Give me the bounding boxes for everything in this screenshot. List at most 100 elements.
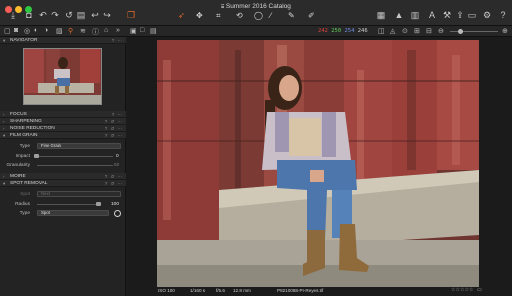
rotate-icon[interactable]: ⟲ [236, 11, 243, 20]
warning-icon[interactable]: ▲ [394, 11, 404, 20]
pointer-icon[interactable]: ➶ [178, 11, 185, 20]
trash-icon[interactable]: ▤ [76, 11, 86, 20]
aperture-value: f/5.6 [216, 288, 225, 293]
local-tab-icon[interactable]: ▨ [56, 27, 63, 35]
chevron-down-icon: ▾ [3, 181, 6, 186]
sharpening-section-header[interactable]: › SHARPENING ? ↺ ⋯ [0, 118, 126, 125]
section-tools-icon[interactable]: ? ↺ ⋯ [105, 125, 123, 132]
photo-image [157, 40, 479, 287]
library-tab-icon[interactable]: ▢ [4, 27, 11, 35]
picker-icon[interactable]: ✎ [288, 11, 295, 20]
radius-label: Radius [15, 202, 30, 207]
print-icon[interactable]: ▭ [467, 11, 477, 20]
details-tab-icon[interactable]: ⚲ [68, 27, 73, 35]
adjust-tab-icon[interactable]: ≋ [80, 27, 86, 35]
cursor-tools: ➶ ✥ ⌗ ⟲ ◯ ∕ ✎ ✐ [172, 9, 324, 22]
rgb-readout: 242 250 254 246 [318, 28, 368, 34]
chevron-right-icon: › [3, 126, 5, 131]
expand-tabs-icon[interactable]: » [116, 27, 120, 34]
exposure-warn-icon[interactable]: ◬ [390, 27, 395, 35]
brush-icon[interactable]: ✐ [308, 11, 315, 20]
focus-mask-icon[interactable]: ⊙ [402, 27, 408, 35]
tool-panel: ▾ NAVIGATOR ? ⋯ › FOCUS ? ⋯ › SHARPENING… [0, 37, 126, 296]
text-icon[interactable]: A [427, 11, 437, 20]
impact-label: Impact [15, 154, 30, 159]
main-toolbar: ⌸ Summer 2016 Catalog ⤓ ◘ ↶ ↷ ↺ ▤ ↩ ↪ ❐ … [0, 0, 512, 26]
status-bar: ISO 100 1/160 s f/5.6 12.8 mm P8210088-P… [127, 287, 512, 296]
gear-icon[interactable]: ⚙ [482, 11, 492, 20]
color-tag-icon[interactable]: ▭ [477, 287, 482, 293]
spot-select[interactable]: Next [37, 191, 121, 197]
section-tools-icon[interactable]: ? ⋯ [112, 111, 123, 118]
noise-reduction-section-header[interactable]: › NOISE REDUCTION ? ↺ ⋯ [0, 125, 126, 132]
reset-icon[interactable]: ↺ [64, 11, 74, 20]
moire-section-header[interactable]: › MOIRE ? ↺ ⋯ [0, 173, 126, 180]
spot-removal-section-header[interactable]: ▾ SPOT REMOVAL ? ↺ ⋯ [0, 180, 126, 187]
radius-slider[interactable] [37, 204, 101, 205]
capture-tab-icon[interactable]: ◙ [14, 27, 18, 34]
viewer-mode-icon[interactable]: ▣ [130, 27, 137, 35]
import-icon[interactable]: ⤓ [8, 11, 18, 20]
redo-icon[interactable]: ↷ [50, 11, 60, 20]
spot-icon[interactable]: ◯ [254, 11, 263, 20]
spot-label: Spot [20, 192, 30, 197]
camera-icon[interactable]: ◘ [24, 11, 34, 20]
radius-slider-knob[interactable] [96, 202, 101, 206]
section-tools-icon[interactable]: ? ↺ ⋯ [105, 180, 123, 187]
spot-color-button[interactable] [114, 210, 121, 217]
spot-type-select[interactable]: Spot [37, 210, 109, 216]
impact-value[interactable]: 0 [116, 154, 119, 159]
metadata-tab-icon[interactable]: ⓘ [92, 27, 99, 37]
grid-icon[interactable]: ▦ [376, 11, 386, 20]
granularity-label: Granularity [6, 163, 30, 168]
main-photo[interactable] [157, 40, 479, 287]
rating-stars[interactable]: ☆☆☆☆☆ [451, 287, 473, 293]
film-grain-type-select[interactable]: Fine Grain [37, 143, 121, 149]
navigator-header[interactable]: ▾ NAVIGATOR ? ⋯ [0, 37, 126, 44]
image-viewer [127, 37, 512, 296]
variant-icon[interactable]: ❐ [126, 11, 136, 20]
section-tools-icon[interactable]: ? ↺ ⋯ [105, 118, 123, 125]
focus-section-header[interactable]: › FOCUS ? ⋯ [0, 111, 126, 118]
impact-slider[interactable] [37, 156, 113, 157]
film-grain-section-header[interactable]: ▾ FILM GRAIN ? ↺ ⋯ [0, 132, 126, 139]
chevron-right-icon: › [3, 112, 5, 117]
granularity-slider[interactable] [37, 165, 113, 166]
grid-overlay-icon[interactable]: ⊞ [414, 27, 420, 35]
chevron-down-icon: ▾ [3, 38, 6, 43]
crop-icon[interactable]: ⌗ [216, 11, 221, 21]
exposure-tab-icon[interactable]: ◑ [44, 27, 48, 34]
radius-value[interactable]: 100 [111, 202, 119, 207]
color-tab-icon[interactable]: ◐ [34, 27, 38, 34]
line-icon[interactable]: ∕ [270, 11, 271, 20]
help-icon[interactable]: ? ⋯ [112, 37, 123, 44]
zoom-out-icon[interactable]: ⊖ [438, 27, 444, 35]
help-icon[interactable]: ? [498, 11, 508, 20]
tool-tabs-strip: ▢ ◙ ◎ ◐ ◑ ▨ ⚲ ≋ ⓘ ⌂ » ▣ □ ▤ 242 250 254 … [0, 26, 512, 37]
zoom-slider-knob[interactable] [458, 29, 463, 34]
pan-icon[interactable]: ✥ [196, 11, 203, 20]
output-tab-icon[interactable]: ⌂ [104, 27, 108, 34]
section-tools-icon[interactable]: ? ↺ ⋯ [105, 173, 123, 180]
back-icon[interactable]: ↩ [90, 11, 100, 20]
lens-tab-icon[interactable]: ◎ [24, 27, 30, 35]
forward-icon[interactable]: ↪ [102, 11, 112, 20]
shutter-value: 1/160 s [190, 288, 206, 293]
granularity-value[interactable]: 50 [114, 163, 119, 168]
section-tools-icon[interactable]: ? ↺ ⋯ [105, 132, 123, 139]
focal-length-value: 12.8 mm [233, 288, 251, 293]
export-icon[interactable]: ⇪ [455, 11, 465, 20]
multi-view-icon[interactable]: ▤ [150, 27, 157, 35]
guides-icon[interactable]: ⊟ [426, 27, 432, 35]
hammer-icon[interactable]: ⚒ [442, 11, 452, 20]
impact-slider-knob[interactable] [34, 154, 39, 158]
proof-icon[interactable]: ◫ [378, 27, 385, 35]
zoom-in-icon[interactable]: ⊕ [502, 27, 508, 35]
columns-icon[interactable]: ▥ [410, 11, 420, 20]
chevron-right-icon: › [3, 119, 5, 124]
file-name: P8210088-PI-Reyes.tif [277, 288, 324, 293]
single-view-icon[interactable]: □ [140, 27, 144, 34]
navigator-thumbnail[interactable] [23, 48, 102, 105]
undo-icon[interactable]: ↶ [38, 11, 48, 20]
iso-value: ISO 100 [158, 288, 175, 293]
